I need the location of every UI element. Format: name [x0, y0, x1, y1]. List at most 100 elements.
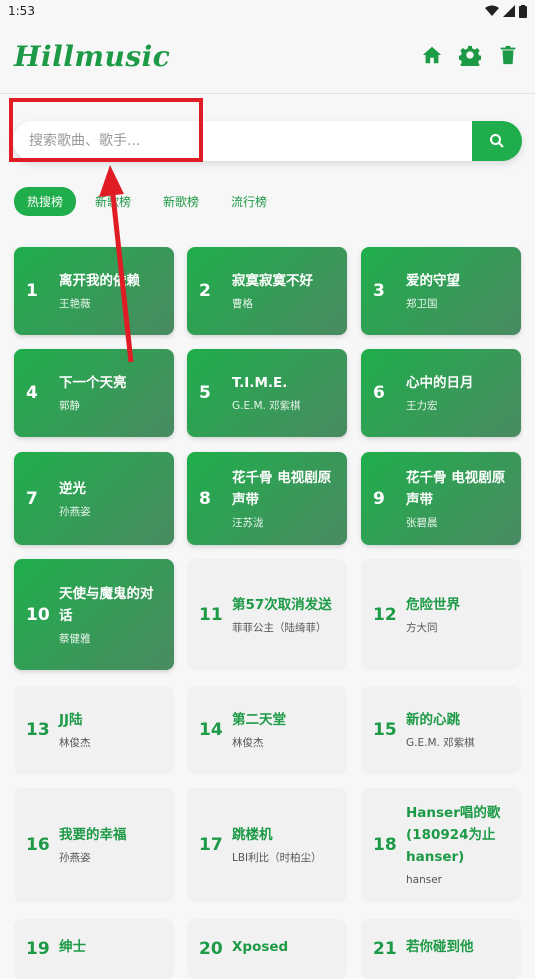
song-rank: 7: [26, 488, 38, 509]
song-card[interactable]: 1 离开我的依赖 王艳薇: [14, 247, 174, 335]
song-info: 逆光 孙燕姿: [59, 478, 162, 520]
song-title: 危险世界: [406, 596, 460, 613]
song-title: 逆光: [59, 480, 86, 497]
search-icon: [490, 134, 504, 148]
song-title: Hanser唱的歌(180924为止hanser): [406, 805, 501, 865]
song-card[interactable]: 9 花千骨 电视剧原声带张碧晨: [361, 452, 521, 545]
song-info: 寂寞寂寞不好 曹格: [232, 270, 335, 312]
song-card[interactable]: 10 天使与魔鬼的对话 蔡健雅: [14, 559, 174, 670]
song-rank: 21: [373, 939, 397, 959]
song-artist: 王艳薇: [59, 298, 91, 310]
song-rank: 4: [26, 383, 38, 403]
song-info: 第57次取消发送菲菲公主（陆绮菲）: [232, 594, 335, 636]
song-title: 寂寞寂寞不好: [232, 273, 313, 289]
song-info: 新的心跳 G.E.M. 邓紫棋: [406, 709, 509, 751]
search-button[interactable]: [472, 121, 522, 161]
song-card[interactable]: 20 Xposed: [187, 919, 347, 979]
song-rank: 19: [26, 939, 50, 959]
app-header: Hillmusic: [0, 22, 535, 94]
search-bar: [13, 121, 522, 161]
song-artist: G.E.M. 邓紫棋: [406, 737, 475, 749]
song-title: 我要的幸福: [59, 827, 127, 843]
gear-icon[interactable]: [459, 44, 481, 66]
status-time: 1:53: [8, 4, 35, 18]
song-card[interactable]: 3 爱的守望 郑卫国: [361, 247, 521, 335]
song-rank: 8: [199, 488, 211, 509]
song-card[interactable]: 16 我要的幸福 孙燕姿: [14, 788, 174, 902]
song-rank: 1: [26, 281, 38, 301]
song-card[interactable]: 2 寂寞寂寞不好曹格: [187, 247, 347, 335]
song-info: Hanser唱的歌(180924为止hanser) hanser: [406, 802, 509, 888]
song-rank: 2: [199, 281, 211, 301]
song-info: 花千骨 电视剧原声带张碧晨: [406, 467, 509, 531]
tab-new-songs-hidden[interactable]: 新歌榜: [82, 187, 144, 216]
tab-popular[interactable]: 流行榜: [218, 187, 280, 216]
song-card[interactable]: 21 若你碰到他: [361, 919, 521, 979]
song-rank: 10: [26, 604, 50, 625]
song-card[interactable]: 19 绅士: [14, 919, 174, 979]
song-info: 爱的守望 郑卫国: [406, 270, 509, 312]
song-info: 下一个天亮 郭静: [59, 372, 162, 414]
song-card[interactable]: 17 跳楼机 LBI利比（时柏尘）: [187, 788, 347, 902]
song-rank: 11: [199, 604, 223, 625]
song-info: 绅士: [59, 936, 162, 962]
song-artist: hanser: [406, 874, 442, 886]
song-rank: 5: [199, 383, 211, 403]
song-artist: 蔡健雅: [59, 632, 91, 645]
song-info: 第二天堂 林俊杰: [232, 709, 335, 751]
trash-icon[interactable]: [497, 44, 519, 66]
song-info: 若你碰到他: [406, 936, 509, 962]
tab-hot-search[interactable]: 热搜榜: [14, 187, 77, 216]
song-card[interactable]: 18 Hanser唱的歌(180924为止hanser) hanser: [361, 788, 521, 902]
song-info: 花千骨 电视剧原声带汪苏泷: [232, 467, 335, 531]
song-card[interactable]: 8 花千骨 电视剧原声带汪苏泷: [187, 452, 347, 545]
tab-new-songs[interactable]: 新歌榜: [150, 187, 212, 216]
song-info: 我要的幸福 孙燕姿: [59, 824, 162, 866]
song-artist: 林俊杰: [232, 737, 264, 749]
song-card[interactable]: 15 新的心跳 G.E.M. 邓紫棋: [361, 686, 521, 774]
song-card[interactable]: 13 JJ陆 林俊杰: [14, 686, 174, 774]
song-title: 花千骨 电视剧原声带: [232, 469, 332, 508]
song-card[interactable]: 14 第二天堂 林俊杰: [187, 686, 347, 774]
song-title: 爱的守望: [406, 273, 460, 289]
song-artist: G.E.M. 邓紫棋: [232, 400, 301, 412]
song-info: Xposed: [232, 936, 335, 962]
song-artist: 郑卫国: [406, 298, 438, 310]
song-artist: 汪苏泷: [232, 516, 264, 529]
song-artist: 曹格: [232, 298, 253, 310]
song-title: 心中的日月: [406, 375, 474, 391]
song-info: 心中的日月 王力宏: [406, 372, 509, 414]
app-logo: Hillmusic: [14, 40, 171, 73]
song-card[interactable]: 5 T.I.M.E. G.E.M. 邓紫棋: [187, 349, 347, 437]
song-artist: 张碧晨: [406, 516, 438, 529]
search-input[interactable]: [13, 121, 472, 161]
battery-icon: [519, 4, 527, 18]
song-title: 花千骨 电视剧原声带: [406, 469, 506, 508]
song-rank: 9: [373, 488, 385, 509]
song-artist: LBI利比（时柏尘）: [232, 852, 322, 864]
song-artist: 王力宏: [406, 400, 438, 412]
song-title: 跳楼机: [232, 827, 273, 843]
song-info: JJ陆 林俊杰: [59, 709, 162, 751]
song-artist: 孙燕姿: [59, 852, 91, 864]
song-artist: 菲菲公主（陆绮菲）: [232, 621, 327, 634]
song-rank: 20: [199, 939, 223, 959]
song-title: 下一个天亮: [59, 375, 127, 391]
song-card[interactable]: 4 下一个天亮郭静: [14, 349, 174, 437]
song-info: T.I.M.E. G.E.M. 邓紫棋: [232, 372, 335, 414]
song-card[interactable]: 7 逆光孙燕姿: [14, 452, 174, 545]
chart-tabs: 热搜榜 新歌榜 新歌榜 流行榜: [14, 187, 280, 216]
song-title: 新的心跳: [406, 712, 460, 728]
song-rank: 12: [373, 604, 397, 625]
song-rank: 14: [199, 720, 223, 740]
song-card[interactable]: 11 第57次取消发送菲菲公主（陆绮菲）: [187, 559, 347, 670]
song-artist: 郭静: [59, 400, 80, 412]
song-artist: 孙燕姿: [59, 505, 91, 518]
song-card[interactable]: 6 心中的日月 王力宏: [361, 349, 521, 437]
song-card[interactable]: 12 危险世界 方大同: [361, 559, 521, 670]
song-title: 第57次取消发送: [232, 596, 332, 613]
status-bar: 1:53: [0, 0, 535, 22]
song-info: 危险世界 方大同: [406, 594, 509, 636]
song-title: 若你碰到他: [406, 939, 474, 955]
home-icon[interactable]: [421, 44, 443, 66]
